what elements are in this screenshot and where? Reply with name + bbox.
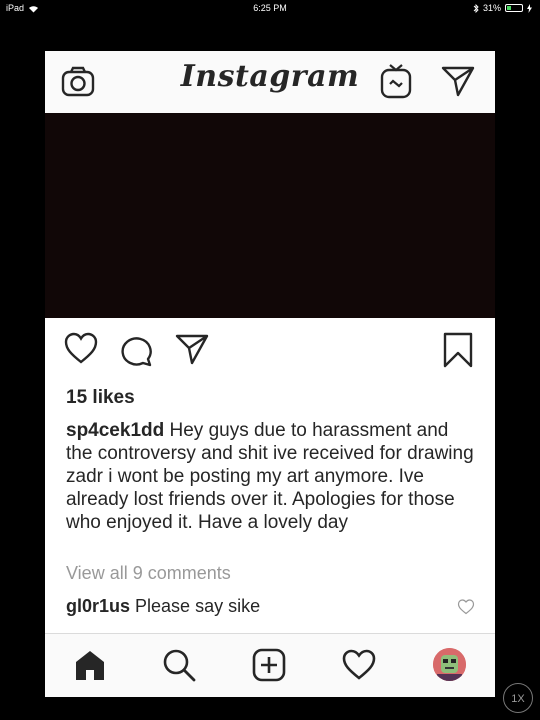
battery-percent: 31% bbox=[482, 3, 501, 13]
post-caption: sp4cek1dd Hey guys due to harassment and… bbox=[66, 419, 478, 534]
comment-username[interactable]: gl0r1us bbox=[66, 596, 130, 616]
comment-like-icon[interactable] bbox=[457, 598, 475, 616]
share-icon[interactable] bbox=[175, 333, 209, 365]
zoom-badge[interactable]: 1X bbox=[503, 683, 533, 713]
post-image[interactable] bbox=[45, 113, 495, 318]
top-bar: Instagram bbox=[45, 51, 495, 113]
status-time: 6:25 PM bbox=[253, 3, 287, 13]
status-right: 31% bbox=[473, 3, 532, 13]
search-icon[interactable] bbox=[162, 648, 196, 682]
bookmark-icon[interactable] bbox=[442, 332, 474, 368]
like-count[interactable]: 15 likes bbox=[66, 387, 135, 409]
activity-icon[interactable] bbox=[342, 648, 376, 682]
comment-icon[interactable] bbox=[119, 333, 155, 367]
bluetooth-icon bbox=[473, 3, 479, 13]
status-bar: iPad 6:25 PM 31% bbox=[0, 0, 540, 18]
comment-text: Please say sike bbox=[130, 596, 261, 616]
profile-avatar[interactable] bbox=[433, 648, 466, 681]
battery-fill bbox=[507, 6, 511, 10]
instagram-app: Instagram 15 likes sp4cek1dd Hey guys du… bbox=[45, 51, 495, 697]
battery-icon bbox=[505, 4, 523, 12]
post-actions bbox=[45, 331, 495, 371]
avatar-image bbox=[433, 648, 466, 681]
heart-icon[interactable] bbox=[63, 331, 99, 367]
view-all-comments-link[interactable]: View all 9 comments bbox=[66, 563, 231, 584]
charging-icon bbox=[527, 3, 532, 13]
igtv-icon[interactable] bbox=[380, 63, 412, 99]
home-icon[interactable] bbox=[73, 648, 107, 682]
bottom-nav bbox=[45, 633, 495, 697]
direct-message-icon[interactable] bbox=[441, 65, 475, 97]
instagram-logo: Instagram bbox=[180, 59, 360, 94]
comment-item: gl0r1us Please say sike bbox=[66, 596, 478, 617]
caption-username[interactable]: sp4cek1dd bbox=[66, 420, 164, 441]
add-post-icon[interactable] bbox=[252, 648, 286, 682]
